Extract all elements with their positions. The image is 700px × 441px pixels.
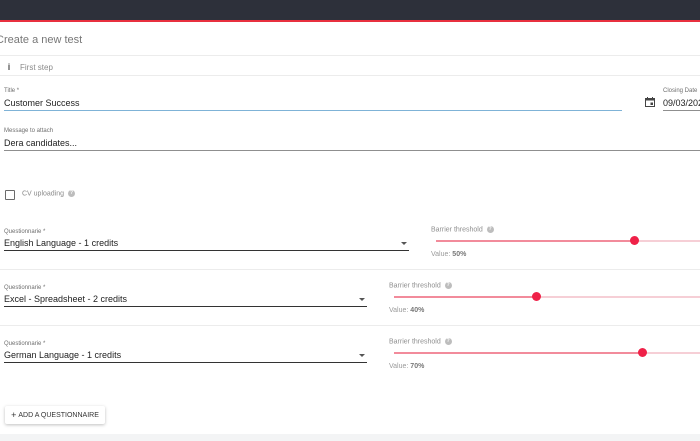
- barrier-threshold-label-wrap: Barrier threshold ?: [431, 226, 494, 233]
- closing-date-label: Closing Date: [663, 88, 698, 94]
- page-title: Create a new test: [0, 34, 83, 46]
- chevron-down-icon[interactable]: [359, 298, 365, 301]
- threshold-slider-fill: [436, 240, 634, 242]
- add-questionnaire-button[interactable]: + ADD A QUESTIONNAIRE: [5, 406, 105, 424]
- plus-icon: +: [11, 410, 17, 420]
- value-prefix: Value:: [431, 251, 451, 258]
- title-field-label: Title *: [4, 88, 20, 94]
- help-icon[interactable]: ?: [444, 338, 452, 345]
- questionnaire-label: Questionnarie *: [4, 341, 46, 347]
- questionnaire-label: Questionnarie *: [4, 285, 46, 291]
- help-icon[interactable]: ?: [67, 190, 75, 197]
- questionnaire-select[interactable]: English Language - 1 credits: [4, 238, 118, 248]
- questionnaire-underline: [4, 306, 367, 307]
- cv-uploading-label: CV uploading: [22, 190, 65, 198]
- cv-uploading-checkbox[interactable]: [5, 190, 15, 200]
- value-prefix: Value:: [389, 307, 409, 314]
- message-underline: [4, 150, 700, 151]
- divider: [0, 269, 700, 270]
- help-icon[interactable]: ?: [486, 226, 494, 233]
- barrier-threshold-label-wrap: Barrier threshold ?: [389, 338, 452, 345]
- threshold-value: Value: 70%: [389, 363, 424, 370]
- closing-date-input[interactable]: 09/03/202: [663, 98, 700, 108]
- page-footer-strip: [0, 434, 700, 441]
- threshold-slider-fill: [394, 352, 642, 354]
- divider: [0, 75, 700, 76]
- value-text: 40%: [410, 307, 425, 314]
- step-indicator: i First step: [4, 62, 53, 72]
- form-card: Create a new test i First step: [0, 22, 700, 435]
- threshold-slider-thumb[interactable]: [630, 236, 639, 245]
- questionnaire-label: Questionnarie *: [4, 229, 46, 235]
- title-input[interactable]: Customer Success: [4, 98, 80, 108]
- divider: [0, 55, 700, 56]
- threshold-slider-fill: [394, 296, 536, 298]
- help-icon[interactable]: ?: [444, 282, 452, 289]
- barrier-threshold-label: Barrier threshold: [389, 282, 441, 290]
- threshold-value: Value: 40%: [389, 307, 424, 314]
- value-prefix: Value:: [389, 363, 409, 370]
- chevron-down-icon[interactable]: [401, 242, 407, 245]
- questionnaire-underline: [4, 362, 367, 363]
- threshold-slider-thumb[interactable]: [638, 348, 647, 357]
- threshold-slider-thumb[interactable]: [532, 292, 541, 301]
- questionnaire-underline: [4, 250, 409, 251]
- add-questionnaire-label: ADD A QUESTIONNAIRE: [18, 411, 99, 419]
- barrier-threshold-label-wrap: Barrier threshold ?: [389, 282, 452, 289]
- questionnaire-select[interactable]: Excel - Spreadsheet - 2 credits: [4, 294, 127, 304]
- barrier-threshold-label: Barrier threshold: [431, 226, 483, 234]
- title-input-underline: [4, 110, 622, 111]
- cv-uploading-label-wrap: CV uploading ?: [22, 190, 75, 197]
- message-input[interactable]: Dera candidates...: [4, 138, 77, 148]
- closing-date-underline: [663, 110, 700, 111]
- top-app-bar: [0, 0, 700, 22]
- value-text: 50%: [452, 251, 467, 258]
- chevron-down-icon[interactable]: [359, 354, 365, 357]
- divider: [0, 325, 700, 326]
- calendar-icon[interactable]: [645, 97, 655, 107]
- questionnaire-select[interactable]: German Language - 1 credits: [4, 350, 121, 360]
- value-text: 70%: [410, 363, 425, 370]
- info-icon: i: [7, 62, 11, 72]
- step-label: First step: [20, 62, 53, 72]
- barrier-threshold-label: Barrier threshold: [389, 338, 441, 346]
- threshold-value: Value: 50%: [431, 251, 466, 258]
- message-label: Message to attach: [4, 128, 54, 134]
